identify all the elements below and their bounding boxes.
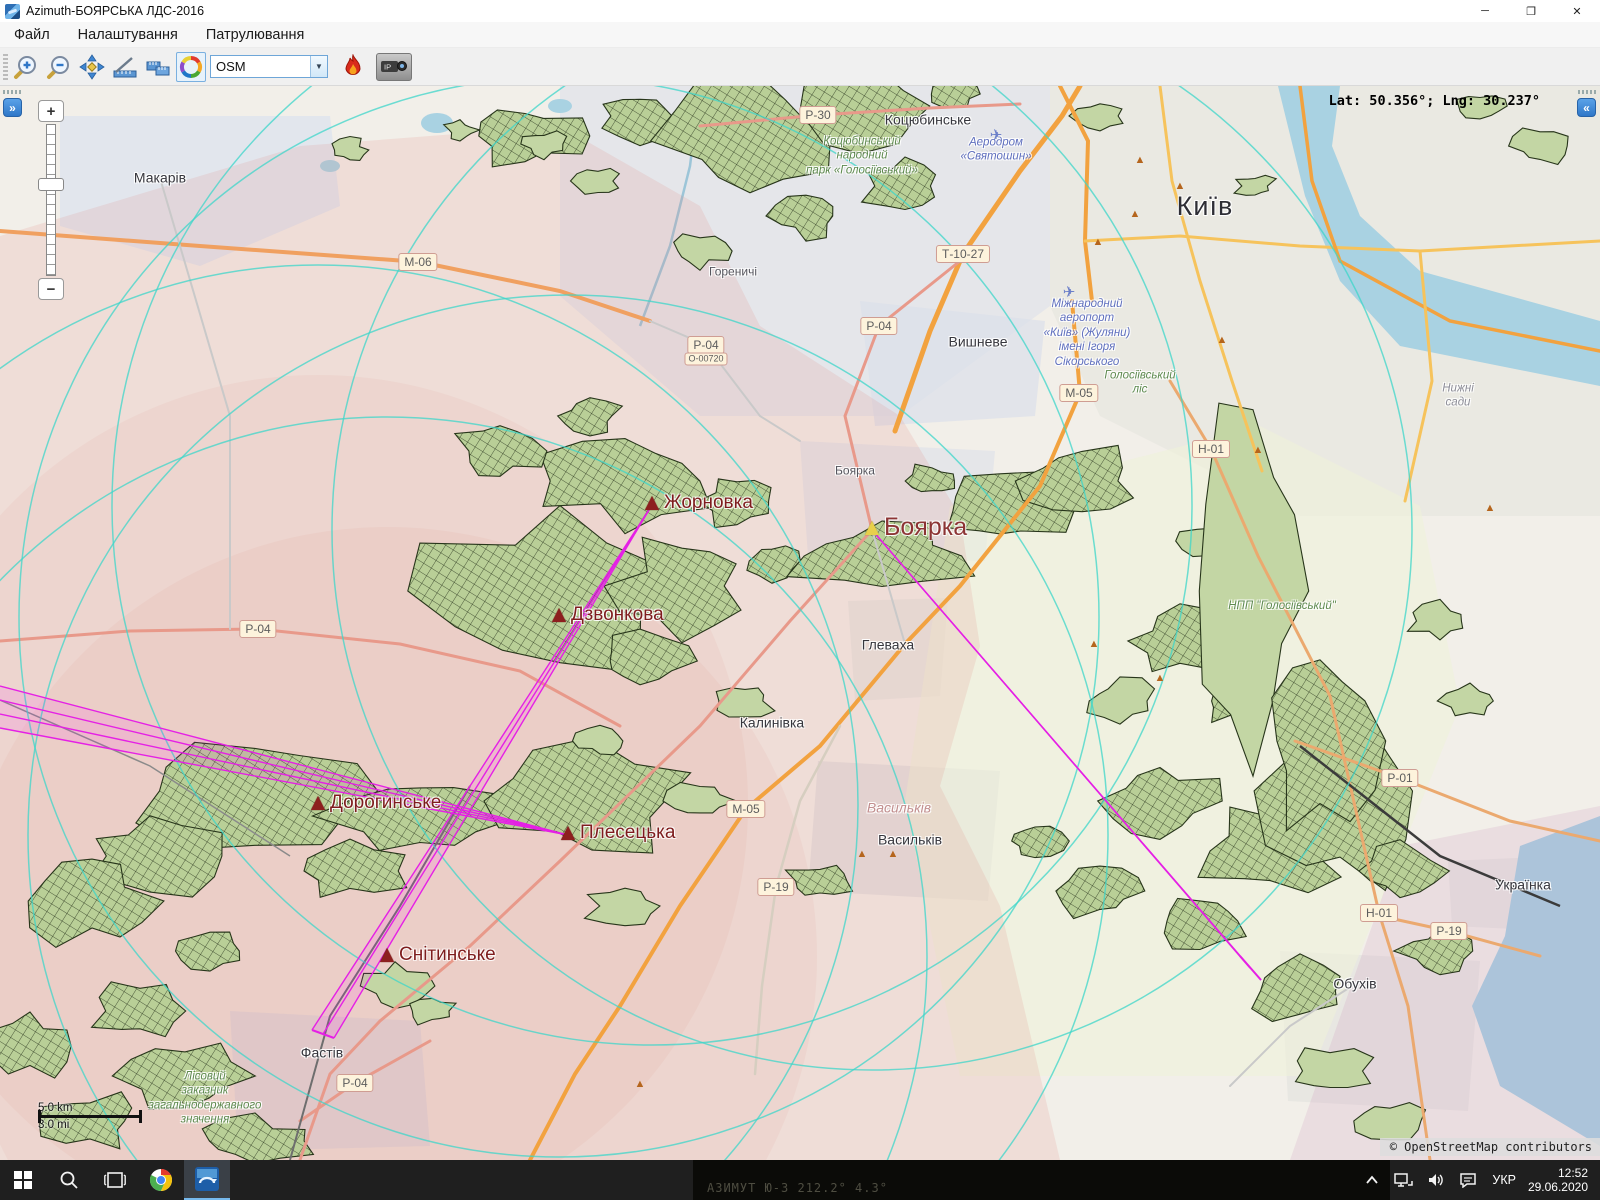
station-label: Дорогинське	[330, 792, 441, 814]
coords-readout: Lat: 50.356°; Lng: 30.237°	[1329, 93, 1540, 109]
start-button[interactable]	[0, 1160, 46, 1200]
zoom-in-button[interactable]	[11, 52, 41, 82]
station-label: Снітинське	[399, 944, 496, 966]
station-marker-red-icon[interactable]: ▲	[640, 489, 664, 517]
menu-file[interactable]: Файл	[0, 24, 64, 46]
stations-layer: ▲Жорновка▲Дзвонкова▲Дорогинське▲Плесецьк…	[0, 86, 1600, 1160]
network-icon[interactable]	[1393, 1172, 1413, 1188]
search-icon	[59, 1170, 79, 1190]
zoom-out-map-button[interactable]: −	[38, 278, 64, 300]
toolbar-grip	[3, 54, 8, 80]
task-view-button[interactable]	[92, 1160, 138, 1200]
language-indicator[interactable]: УКР	[1492, 1173, 1516, 1187]
ip-camera-icon: IP	[379, 56, 409, 78]
angle-measure-button[interactable]	[110, 52, 140, 82]
expand-left-panel-button[interactable]: »	[3, 98, 22, 117]
station-marker-red-icon[interactable]: ▲	[375, 941, 399, 969]
expand-right-panel-button[interactable]: «	[1577, 98, 1596, 117]
azimuth-taskbar-icon[interactable]	[184, 1160, 230, 1200]
action-center-icon[interactable]	[1459, 1172, 1477, 1188]
chrome-taskbar-icon[interactable]	[138, 1160, 184, 1200]
clock-date: 29.06.2020	[1528, 1180, 1588, 1194]
map-viewport[interactable]: МакарівГореничіКоцюбинськеКиївВишневеБоя…	[0, 86, 1600, 1160]
task-view-icon	[104, 1171, 126, 1189]
camera-preview-strip[interactable]: АЗИМУТ Ю-З 212.2° 4.3°	[693, 1160, 1390, 1200]
zoom-out-icon	[46, 54, 72, 80]
chevron-down-icon[interactable]: ▼	[310, 56, 327, 77]
menu-settings[interactable]: Налаштування	[64, 24, 192, 46]
station-label: Боярка	[884, 513, 967, 542]
azimuth-app-icon	[194, 1166, 220, 1192]
windows-logo-icon	[14, 1171, 32, 1189]
volume-icon[interactable]	[1427, 1172, 1445, 1188]
pan-icon	[79, 54, 105, 80]
menu-bar: Файл Налаштування Патрулювання	[0, 22, 1600, 48]
toolbar: OSM ▼ IP	[0, 48, 1600, 86]
zoom-in-icon	[13, 54, 39, 80]
station-marker-yellow-icon[interactable]: ▲	[860, 514, 884, 542]
zoom-slider-track[interactable]	[46, 124, 56, 276]
zoom-out-button[interactable]	[44, 52, 74, 82]
layer-select-value: OSM	[211, 59, 310, 74]
station-marker-red-icon[interactable]: ▲	[547, 601, 571, 629]
camera-osd-text: АЗИМУТ Ю-З 212.2° 4.3°	[707, 1181, 888, 1195]
map-attribution: © OpenStreetMap contributors	[1380, 1138, 1600, 1156]
minimize-button[interactable]: ─	[1462, 0, 1508, 22]
app-icon	[5, 4, 20, 19]
title-bar: Azimuth-БОЯРСЬКА ЛДС-2016	[0, 0, 1600, 22]
station-marker-red-icon[interactable]: ▲	[556, 819, 580, 847]
zoom-slider-handle[interactable]	[38, 178, 64, 191]
pan-button[interactable]	[77, 52, 107, 82]
right-panel-grip[interactable]	[1578, 90, 1596, 94]
zoom-in-map-button[interactable]: +	[38, 100, 64, 122]
tray-chevron-icon[interactable]	[1365, 1175, 1379, 1185]
station-label: Дзвонкова	[571, 604, 664, 626]
clock-time: 12:52	[1528, 1166, 1588, 1180]
ruler-icon	[145, 54, 171, 80]
layer-ring-toggle[interactable]	[176, 52, 206, 82]
svg-text:IP: IP	[384, 62, 391, 71]
close-button[interactable]: ✕	[1554, 0, 1600, 22]
maximize-button[interactable]: ❐	[1508, 0, 1554, 22]
station-marker-red-icon[interactable]: ▲	[306, 789, 330, 817]
window-title: Azimuth-БОЯРСЬКА ЛДС-2016	[26, 4, 204, 18]
taskbar-search-button[interactable]	[46, 1160, 92, 1200]
fire-icon	[341, 54, 365, 80]
menu-patrol[interactable]: Патрулювання	[192, 24, 318, 46]
chrome-icon	[149, 1168, 173, 1192]
station-label: Плесецька	[580, 822, 675, 844]
ip-camera-button[interactable]: IP	[376, 53, 412, 81]
fire-button[interactable]	[338, 52, 368, 82]
ruler-button[interactable]	[143, 52, 173, 82]
application-window: Azimuth-БОЯРСЬКА ЛДС-2016 ─ ❐ ✕ Файл Нал…	[0, 0, 1600, 1200]
station-label: Жорновка	[664, 492, 753, 514]
system-tray: УКР 12:52 29.06.2020	[1358, 1160, 1596, 1200]
taskbar: АЗИМУТ Ю-З 212.2° 4.3°	[0, 1160, 1600, 1200]
layer-select[interactable]: OSM ▼	[210, 55, 328, 78]
taskbar-clock[interactable]: 12:52 29.06.2020	[1528, 1166, 1588, 1194]
left-panel-grip[interactable]	[3, 90, 21, 94]
angle-measure-icon	[112, 54, 138, 80]
layers-ring-icon	[179, 55, 203, 79]
